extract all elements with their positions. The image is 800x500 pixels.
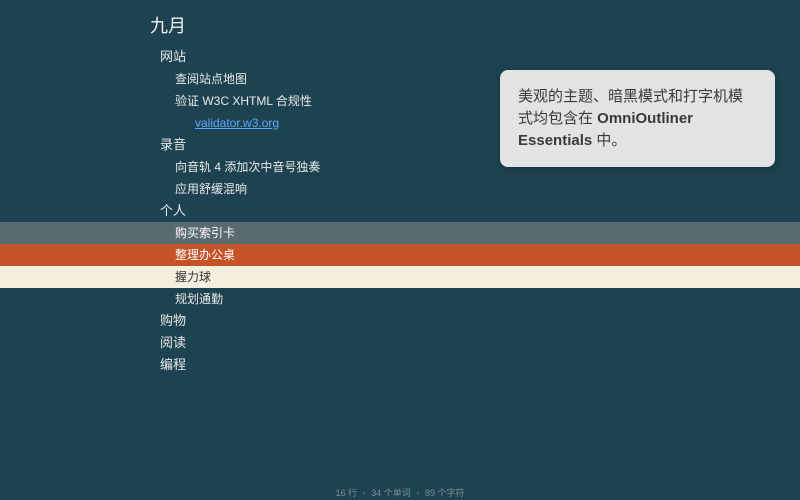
item-tidy-desk[interactable]: 整理办公桌 [0, 244, 800, 266]
feature-tooltip: 美观的主题、暗黑模式和打字机模式均包含在 OmniOutliner Essent… [500, 70, 775, 167]
tooltip-text-suffix: 中。 [592, 132, 626, 149]
item-plan-commute[interactable]: 规划通勤 [0, 288, 800, 310]
section-website[interactable]: 网站 [0, 46, 800, 68]
section-personal[interactable]: 个人 [0, 200, 800, 222]
item-grip-ball[interactable]: 握力球 [0, 266, 800, 288]
section-reading[interactable]: 阅读 [0, 332, 800, 354]
document-title: 九月 [0, 0, 800, 46]
item-index-cards[interactable]: 购买索引卡 [0, 222, 800, 244]
status-chars-value: 89 [425, 488, 435, 498]
status-rows-value: 16 [335, 488, 345, 498]
status-rows-label: 行 [348, 488, 357, 498]
status-bar: 16 行 • 34 个单词 • 89 个字符 [0, 486, 800, 500]
status-separator: • [363, 488, 366, 498]
status-separator: • [416, 488, 419, 498]
status-words-value: 34 [371, 488, 381, 498]
status-words-label: 个单词 [384, 488, 411, 498]
section-coding[interactable]: 编程 [0, 354, 800, 376]
item-reverb[interactable]: 应用舒缓混响 [0, 178, 800, 200]
status-chars-label: 个字符 [437, 488, 464, 498]
section-shopping[interactable]: 购物 [0, 310, 800, 332]
validator-url-link[interactable]: validator.w3.org [195, 116, 279, 130]
